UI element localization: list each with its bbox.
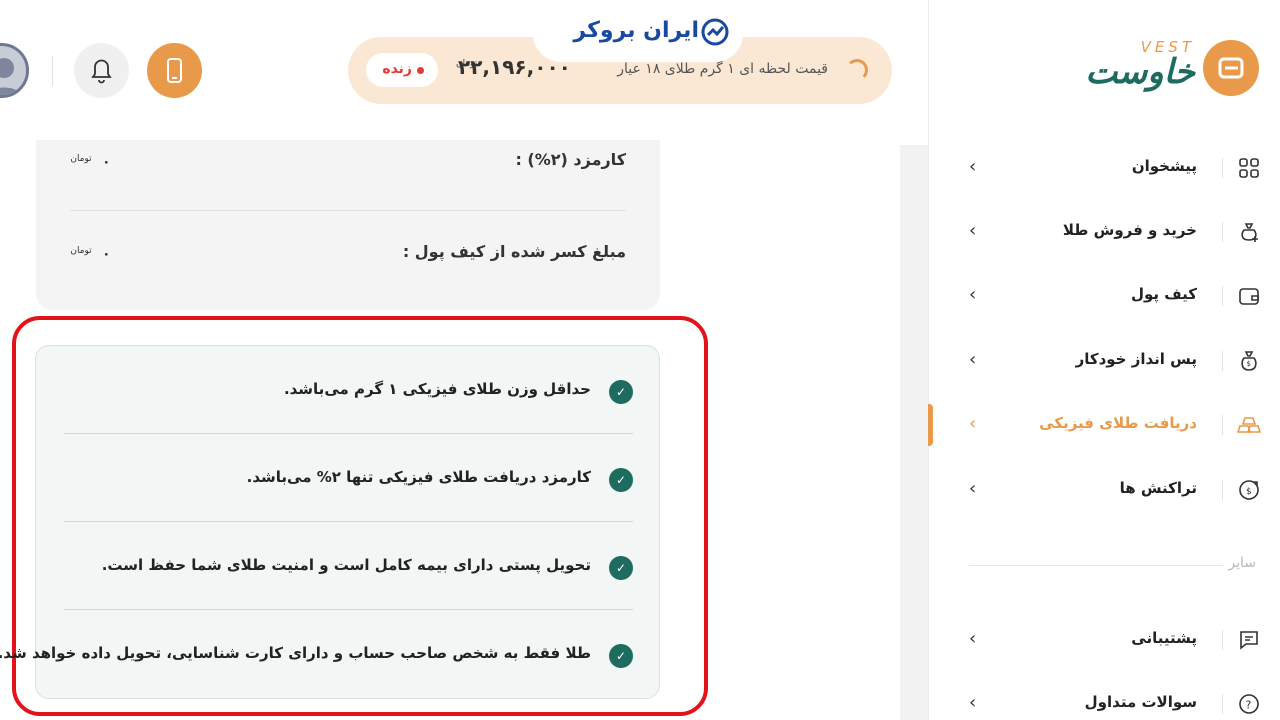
sidebar-item-support[interactable]: پشتیبانی ‹ <box>929 616 1280 664</box>
gold-bag-icon <box>1241 223 1258 242</box>
notes-card: ✓ حداقل وزن طلای فیزیکی ۱ گرم می‌باشد. ✓… <box>0 345 660 699</box>
sidebar-item-wallet[interactable]: کیف پول ‹ <box>929 272 1280 320</box>
chat-support-icon <box>1240 631 1258 650</box>
nav-separator <box>1222 351 1223 371</box>
check-icon: ✓ <box>609 556 633 580</box>
wallet-icon <box>1239 288 1259 305</box>
phone-icon <box>167 58 182 83</box>
nav-separator <box>1222 694 1223 714</box>
check-icon: ✓ <box>609 468 633 492</box>
partner-brand-name: ایران بروکر <box>573 18 699 43</box>
note-text: تحویل پستی دارای بیمه کامل است و امنیت ط… <box>101 556 591 574</box>
svg-text:?: ? <box>1246 699 1252 712</box>
section-title-other: سایر <box>1228 555 1256 571</box>
question-icon: ? <box>1239 694 1259 714</box>
summary-label: مبلغ کسر شده از کیف پول : <box>402 242 626 261</box>
summary-row-deducted: مبلغ کسر شده از کیف پول : ۰ تومان <box>70 242 626 282</box>
sidebar-item-label: خرید و فروش طلا <box>1062 221 1197 239</box>
content-edge <box>900 145 928 720</box>
svg-text:$: $ <box>1246 487 1252 497</box>
user-avatar-icon <box>0 58 22 95</box>
logo-persian: خاوست <box>1085 52 1196 92</box>
sidebar-item-transactions[interactable]: $ تراکنش ها ‹ <box>929 466 1280 514</box>
check-icon: ✓ <box>609 644 633 668</box>
summary-value: ۰ <box>102 154 111 170</box>
summary-divider <box>70 210 626 211</box>
summary-label: کارمزد (۲%) : <box>515 150 626 169</box>
sidebar-item-buy-sell-gold[interactable]: خرید و فروش طلا ‹ <box>929 208 1280 256</box>
chevron-left-icon: ‹ <box>969 349 977 370</box>
live-badge: زنده <box>366 53 438 87</box>
loading-spinner-icon <box>846 59 868 81</box>
user-avatar[interactable] <box>0 43 29 98</box>
chevron-left-icon: ‹ <box>969 413 977 434</box>
note-item: ✓ حداقل وزن طلای فیزیکی ۱ گرم می‌باشد. <box>64 346 633 434</box>
dashboard-grid-icon <box>1239 158 1259 178</box>
note-item: ✓ کارمزد دریافت طلای فیزیکی تنها ۲% می‌ب… <box>64 434 633 522</box>
transactions-icon: $ <box>1239 480 1259 500</box>
chart-trend-icon <box>701 18 729 46</box>
nav-separator <box>1222 222 1223 242</box>
bell-icon <box>91 59 112 84</box>
fee-summary-card: کارمزد (۲%) : ۰ تومان مبلغ کسر شده از کی… <box>36 140 660 310</box>
note-item: ✓ تحویل پستی دارای بیمه کامل است و امنیت… <box>64 522 633 610</box>
sidebar: VEST خاوست پیشخوان ‹ خرید و فروش طلا ‹ ک… <box>923 0 1280 720</box>
notifications-button[interactable] <box>74 43 129 98</box>
chevron-left-icon: ‹ <box>969 692 977 713</box>
sidebar-item-label: دریافت طلای فیزیکی <box>1039 414 1197 432</box>
section-divider <box>969 565 1223 566</box>
sidebar-item-dashboard[interactable]: پیشخوان ‹ <box>929 144 1280 192</box>
live-label: زنده <box>382 61 412 77</box>
note-text: کارمزد دریافت طلای فیزیکی تنها ۲% می‌باش… <box>246 468 591 486</box>
live-dot-icon <box>417 67 424 74</box>
nav-separator <box>1222 415 1223 435</box>
gold-bars-icon <box>1237 417 1261 433</box>
logo[interactable]: VEST خاوست <box>1064 38 1259 100</box>
partner-brand-tab[interactable]: ایران بروکر <box>533 0 743 62</box>
currency-unit: تومان <box>70 154 92 164</box>
chevron-left-icon: ‹ <box>969 284 977 305</box>
sidebar-item-auto-savings[interactable]: $ پس انداز خودکار ‹ <box>929 337 1280 385</box>
sidebar-item-label: کیف پول <box>1131 285 1197 303</box>
nav-separator <box>1222 158 1223 178</box>
summary-value: ۰ <box>102 246 111 262</box>
chevron-left-icon: ‹ <box>969 156 977 177</box>
note-text: حداقل وزن طلای فیزیکی ۱ گرم می‌باشد. <box>283 380 591 398</box>
chevron-left-icon: ‹ <box>969 628 977 649</box>
svg-text:$: $ <box>1247 360 1251 368</box>
check-icon: ✓ <box>609 380 633 404</box>
summary-row-fee: کارمزد (۲%) : ۰ تومان <box>70 150 626 190</box>
sidebar-item-label: پس انداز خودکار <box>1075 350 1197 368</box>
nav-separator <box>1222 286 1223 306</box>
sidebar-item-label: پشتیبانی <box>1131 629 1197 647</box>
chevron-left-icon: ‹ <box>969 478 977 499</box>
nav-separator <box>1222 480 1223 500</box>
sidebar-item-label: تراکنش ها <box>1119 479 1197 497</box>
note-text: طلا فقط به شخص صاحب حساب و دارای کارت شن… <box>0 644 591 662</box>
sidebar-item-physical-gold[interactable]: دریافت طلای فیزیکی ‹ <box>929 401 1280 449</box>
chevron-left-icon: ‹ <box>969 220 977 241</box>
mobile-app-button[interactable] <box>147 43 202 98</box>
price-unit: تومان <box>456 59 478 69</box>
logo-badge-icon <box>1203 40 1259 96</box>
sidebar-item-label: سوالات متداول <box>1084 693 1197 711</box>
currency-unit: تومان <box>70 246 92 256</box>
note-item: ✓ طلا فقط به شخص صاحب حساب و دارای کارت … <box>0 610 633 698</box>
header-divider <box>52 56 53 86</box>
price-label: قیمت لحظه ای ۱ گرم طلای ۱۸ عیار <box>617 61 828 77</box>
nav-separator <box>1222 630 1223 650</box>
sidebar-item-label: پیشخوان <box>1131 157 1197 175</box>
sidebar-item-faq[interactable]: ? سوالات متداول ‹ <box>929 680 1280 720</box>
money-bag-icon: $ <box>1241 351 1257 371</box>
